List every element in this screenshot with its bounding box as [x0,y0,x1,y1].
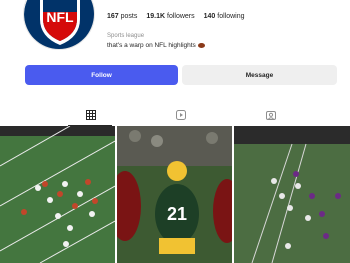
football-field-photo [234,126,350,263]
grid-icon [86,110,96,120]
post-thumbnail[interactable]: 21 [117,126,232,263]
bio-category: Sports league [107,33,145,39]
followers-stat[interactable]: 19.1K followers [146,13,194,20]
profile-tabs [0,104,350,126]
message-button[interactable]: Message [182,65,337,85]
bio-text: that's a warp on NFL highlights [107,42,205,49]
post-thumbnail[interactable] [234,126,350,263]
posts-stat[interactable]: 167 posts [107,13,137,20]
nfl-logo-text: NFL [46,9,74,25]
reels-icon [176,110,186,120]
football-field-photo [0,126,115,263]
post-thumbnail[interactable] [0,126,115,263]
profile-header: NFL 167 posts 19.1K followers 140 follow… [0,0,350,60]
tagged-icon [266,111,276,120]
nfl-shield-icon: NFL [24,0,94,49]
nfl-logo-avatar[interactable]: NFL [23,0,95,50]
tab-tagged[interactable] [213,104,329,126]
packers-player-photo: 21 [117,126,232,263]
following-stat[interactable]: 140 following [204,13,245,20]
jersey-number: 21 [167,204,187,224]
profile-stats: 167 posts 19.1K followers 140 following [107,13,245,20]
follow-button[interactable]: Follow [25,65,178,85]
posts-grid: 21 [0,126,350,263]
football-emoji-icon [197,42,205,48]
